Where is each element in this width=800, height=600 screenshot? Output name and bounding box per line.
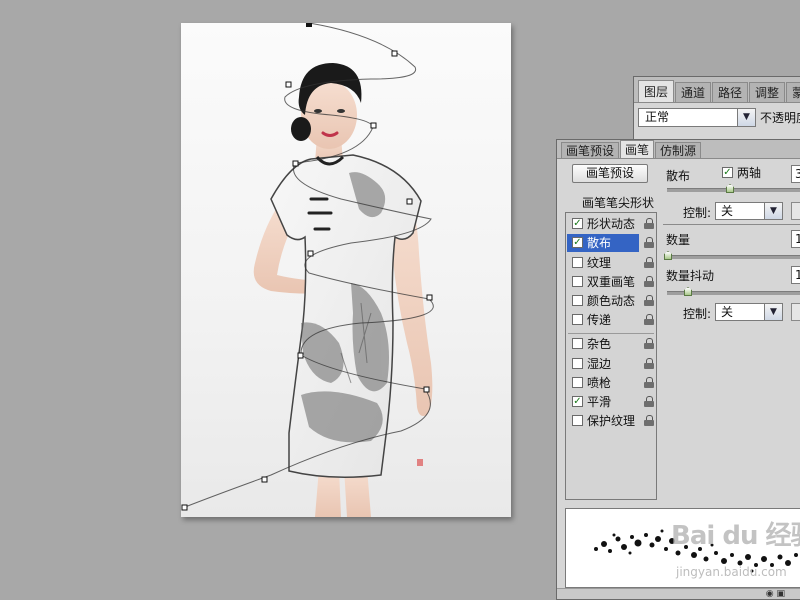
count-value-field[interactable]: 1 bbox=[791, 230, 800, 248]
count-jitter-label: 数量抖动 bbox=[666, 269, 715, 283]
checkbox-airbrush[interactable] bbox=[572, 377, 583, 388]
option-shape-dynamics[interactable]: ✓ 形状动态 bbox=[567, 215, 655, 233]
count-jitter-control-label: 控制: bbox=[683, 307, 712, 321]
count-jitter-slider-thumb[interactable] bbox=[684, 287, 692, 296]
divider bbox=[663, 224, 800, 225]
tab-masks[interactable]: 蒙版 bbox=[786, 82, 800, 102]
option-label: 颜色动态 bbox=[587, 294, 636, 308]
preview-watermark-url: jingyan.baidu.com bbox=[676, 565, 787, 579]
both-axes-label: 两轴 bbox=[737, 166, 762, 180]
opacity-label: 不透明度 bbox=[760, 111, 800, 125]
option-smoothing[interactable]: ✓ 平滑 bbox=[567, 393, 655, 411]
option-airbrush[interactable]: 喷枪 bbox=[567, 374, 655, 392]
checkbox-shape-dynamics[interactable]: ✓ bbox=[572, 218, 583, 229]
preview-watermark: Bai du 经验 bbox=[671, 521, 800, 551]
option-label: 纹理 bbox=[587, 256, 612, 270]
checkbox-texture[interactable] bbox=[572, 257, 583, 268]
lock-icon[interactable] bbox=[644, 314, 654, 325]
lock-icon[interactable] bbox=[644, 396, 654, 407]
scatter-control-label: 控制: bbox=[683, 206, 712, 220]
brush-tip-shape-header[interactable]: 画笔笔尖形状 bbox=[566, 195, 656, 212]
checkbox-noise[interactable] bbox=[572, 338, 583, 349]
tab-layers[interactable]: 图层 bbox=[638, 80, 675, 102]
tab-paths[interactable]: 路径 bbox=[712, 82, 749, 102]
chevron-down-icon: ▼ bbox=[764, 304, 782, 320]
option-wet-edges[interactable]: 湿边 bbox=[567, 355, 655, 373]
document-canvas[interactable] bbox=[181, 23, 511, 517]
tab-clone-source[interactable]: 仿制源 bbox=[655, 142, 702, 158]
scatter-label: 散布 bbox=[666, 169, 691, 183]
lock-icon[interactable] bbox=[644, 276, 654, 287]
tab-brush[interactable]: 画笔 bbox=[620, 140, 655, 158]
option-label: 散布 bbox=[587, 236, 612, 250]
count-slider-track[interactable] bbox=[667, 255, 800, 259]
count-jitter-control-value: 关 bbox=[721, 305, 734, 319]
scatter-control-extra[interactable] bbox=[791, 202, 800, 220]
lock-icon[interactable] bbox=[644, 358, 654, 369]
option-label: 形状动态 bbox=[587, 217, 636, 231]
brush-tabbar: 画笔预设 画笔 仿制源 bbox=[557, 140, 800, 159]
blend-mode-select[interactable]: 正常 ▼ bbox=[638, 108, 756, 127]
checkbox-protect-texture[interactable] bbox=[572, 415, 583, 426]
checkbox-transfer[interactable] bbox=[572, 314, 583, 325]
tab-channels[interactable]: 通道 bbox=[675, 82, 712, 102]
brush-options-list: ✓ 形状动态 ✓ 散布 纹理 双重画笔 颜色动态 传递 杂色 湿边 喷枪 ✓ 平… bbox=[565, 212, 657, 500]
lock-icon[interactable] bbox=[644, 257, 654, 268]
brush-presets-button[interactable]: 画笔预设 bbox=[572, 164, 648, 183]
count-jitter-control-extra[interactable] bbox=[791, 303, 800, 321]
option-scattering[interactable]: ✓ 散布 bbox=[567, 234, 639, 252]
layers-tabbar: 图层 通道 路径 调整 蒙版 bbox=[634, 77, 800, 103]
photo-artwork bbox=[253, 63, 433, 517]
checkbox-both-axes[interactable]: ✓ bbox=[722, 167, 733, 178]
count-jitter-control-select[interactable]: 关 ▼ bbox=[715, 303, 783, 321]
brush-stroke-preview: Bai du 经验 jingyan.baidu.com bbox=[565, 508, 800, 588]
option-texture[interactable]: 纹理 bbox=[567, 254, 655, 272]
option-protect-texture[interactable]: 保护纹理 bbox=[567, 412, 655, 430]
option-transfer[interactable]: 传递 bbox=[567, 311, 655, 329]
checkbox-dual-brush[interactable] bbox=[572, 276, 583, 287]
brush-panel: 画笔预设 画笔 仿制源 画笔预设 画笔笔尖形状 ✓ 形状动态 ✓ 散布 纹理 双… bbox=[556, 139, 800, 600]
option-label: 平滑 bbox=[587, 395, 612, 409]
option-label: 喷枪 bbox=[587, 376, 612, 390]
option-label: 湿边 bbox=[587, 357, 612, 371]
lock-icon[interactable] bbox=[644, 295, 654, 306]
option-label: 保护纹理 bbox=[587, 414, 636, 428]
lock-icon[interactable] bbox=[644, 237, 654, 248]
option-color-dynamics[interactable]: 颜色动态 bbox=[567, 292, 655, 310]
layers-panel: 图层 通道 路径 调整 蒙版 正常 ▼ 不透明度 bbox=[633, 76, 800, 142]
option-label: 杂色 bbox=[587, 337, 612, 351]
option-label: 传递 bbox=[587, 313, 612, 327]
count-jitter-value-field[interactable]: 1 bbox=[791, 266, 800, 284]
divider bbox=[568, 333, 654, 334]
scatter-value-field[interactable]: 3 bbox=[791, 165, 800, 183]
count-slider-thumb[interactable] bbox=[664, 251, 672, 260]
checkbox-scattering[interactable]: ✓ bbox=[572, 237, 583, 248]
lock-icon[interactable] bbox=[644, 415, 654, 426]
count-label: 数量 bbox=[666, 233, 691, 247]
option-label: 双重画笔 bbox=[587, 275, 636, 289]
eye-icon[interactable]: ◉ ▣ bbox=[766, 589, 785, 599]
lock-icon[interactable] bbox=[644, 338, 654, 349]
checkbox-wet-edges[interactable] bbox=[572, 358, 583, 369]
checkbox-smoothing[interactable]: ✓ bbox=[572, 396, 583, 407]
scatter-slider-thumb[interactable] bbox=[726, 184, 734, 193]
scatter-control-select[interactable]: 关 ▼ bbox=[715, 202, 783, 220]
chevron-down-icon: ▼ bbox=[764, 203, 782, 219]
tab-adjustments[interactable]: 调整 bbox=[749, 82, 786, 102]
both-axes-checkbox[interactable]: ✓ 两轴 bbox=[722, 165, 761, 181]
blend-mode-value: 正常 bbox=[645, 110, 670, 124]
tab-brush-presets[interactable]: 画笔预设 bbox=[561, 142, 620, 158]
lock-icon[interactable] bbox=[644, 218, 654, 229]
option-noise[interactable]: 杂色 bbox=[567, 335, 655, 353]
lock-icon[interactable] bbox=[644, 377, 654, 388]
chevron-down-icon: ▼ bbox=[737, 109, 755, 126]
panel-footer: ◉ ▣ bbox=[557, 588, 800, 599]
scatter-control-value: 关 bbox=[721, 204, 734, 218]
option-dual-brush[interactable]: 双重画笔 bbox=[567, 273, 655, 291]
checkbox-color-dynamics[interactable] bbox=[572, 295, 583, 306]
